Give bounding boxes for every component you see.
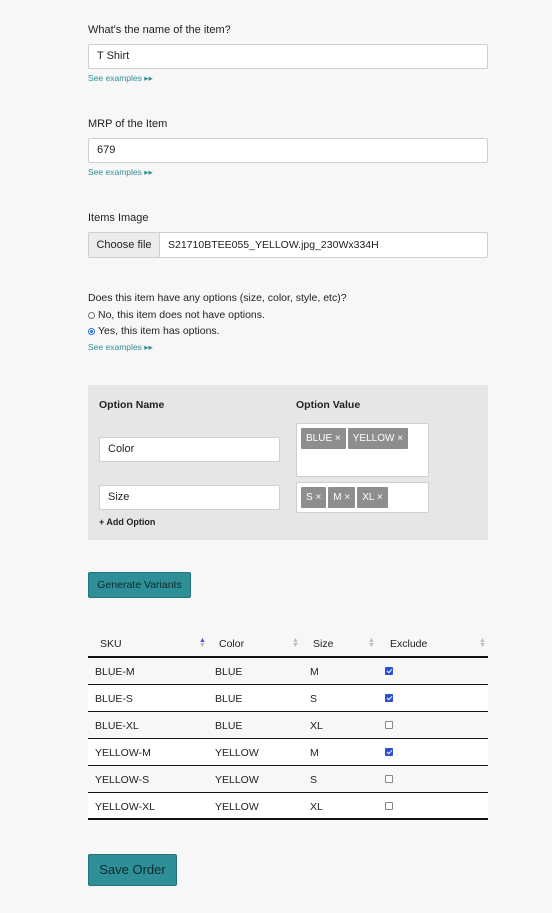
size-cell: S [310,774,318,786]
table-row: BLUE-S BLUE S [88,685,488,712]
exclude-checkbox[interactable] [385,694,393,702]
color-cell: BLUE [215,693,243,705]
color-column-header[interactable]: Color [219,638,244,650]
sku-cell: YELLOW-S [95,774,150,786]
mrp-label: MRP of the Item [88,118,168,130]
option-value-box-size[interactable]: S × M × XL × [296,482,429,513]
mrp-input[interactable]: 679 [88,138,488,163]
sku-cell: BLUE-M [95,666,135,678]
option-name-header: Option Name [99,399,165,411]
color-cell: YELLOW [215,774,259,786]
table-row: YELLOW-S YELLOW S [88,766,488,793]
exclude-checkbox[interactable] [385,775,393,783]
exclude-checkbox[interactable] [385,802,393,810]
size-cell: M [310,666,319,678]
items-image-label: Items Image [88,212,149,224]
table-header-row: SKU ▲ ▼ Color ▲ ▼ Size ▲ ▼ Exclude ▲ ▼ [88,630,488,658]
color-sort-icon[interactable]: ▲ ▼ [292,637,299,649]
add-option-link[interactable]: + Add Option [99,517,155,527]
exclude-column-header[interactable]: Exclude [390,638,427,650]
option-tag-s[interactable]: S × [301,487,327,508]
options-see-examples-link[interactable]: See examples ▸▸ [88,342,153,353]
color-cell: YELLOW [215,801,259,813]
option-name-input-color[interactable]: Color [99,437,280,462]
selected-filename: S21710BTEE055_YELLOW.jpg_230Wx334H [168,239,379,251]
sku-cell: YELLOW-XL [95,801,155,813]
exclude-checkbox[interactable] [385,667,393,675]
sku-cell: YELLOW-M [95,747,151,759]
option-tag-xl[interactable]: XL × [357,487,388,508]
size-cell: XL [310,720,323,732]
exclude-checkbox[interactable] [385,748,393,756]
table-row: BLUE-M BLUE M [88,658,488,685]
table-row: BLUE-XL BLUE XL [88,712,488,739]
sku-cell: BLUE-XL [95,720,139,732]
table-row: YELLOW-M YELLOW M [88,739,488,766]
no-options-radio-row[interactable]: No, this item does not have options. [88,309,265,321]
option-tag-blue[interactable]: BLUE × [301,428,346,449]
item-name-input[interactable]: T Shirt [88,44,488,69]
exclude-sort-icon[interactable]: ▲ ▼ [479,637,486,649]
sku-cell: BLUE-S [95,693,133,705]
table-row: YELLOW-XL YELLOW XL [88,793,488,820]
variants-table: SKU ▲ ▼ Color ▲ ▼ Size ▲ ▼ Exclude ▲ ▼ BLUE-… [88,630,488,820]
choose-file-button[interactable]: Choose file [89,233,160,257]
save-order-button[interactable]: Save Order [88,854,177,886]
sku-sort-icon[interactable]: ▲ ▼ [199,637,206,649]
item-name-see-examples-link[interactable]: See examples ▸▸ [88,73,153,84]
exclude-checkbox[interactable] [385,721,393,729]
options-question-label: Does this item have any options (size, c… [88,292,347,304]
size-column-header[interactable]: Size [313,638,333,650]
option-tag-m[interactable]: M × [328,487,356,508]
image-file-input[interactable]: Choose file S21710BTEE055_YELLOW.jpg_230… [88,232,488,258]
color-cell: BLUE [215,720,243,732]
color-cell: BLUE [215,666,243,678]
size-cell: M [310,747,319,759]
has-options-radio[interactable] [88,327,95,335]
no-options-radio-label[interactable]: No, this item does not have options. [98,309,265,321]
size-cell: XL [310,801,323,813]
option-value-box-color[interactable]: BLUE × YELLOW × [296,423,429,477]
sku-column-header[interactable]: SKU [100,638,122,650]
mrp-see-examples-link[interactable]: See examples ▸▸ [88,167,153,178]
option-value-header: Option Value [296,399,361,411]
has-options-radio-row[interactable]: Yes, this item has options. [88,325,220,337]
option-tag-yellow[interactable]: YELLOW × [347,428,409,449]
size-sort-icon[interactable]: ▲ ▼ [368,637,375,649]
color-cell: YELLOW [215,747,259,759]
no-options-radio[interactable] [88,311,95,319]
table-body: BLUE-M BLUE M BLUE-S BLUE S BLUE-XL BLUE XL YELLO… [88,658,488,820]
size-cell: S [310,693,318,705]
has-options-radio-label[interactable]: Yes, this item has options. [98,325,220,337]
option-name-input-size[interactable]: Size [99,485,280,510]
item-name-label: What's the name of the item? [88,24,231,36]
generate-variants-button[interactable]: Generate Variants [88,572,191,598]
